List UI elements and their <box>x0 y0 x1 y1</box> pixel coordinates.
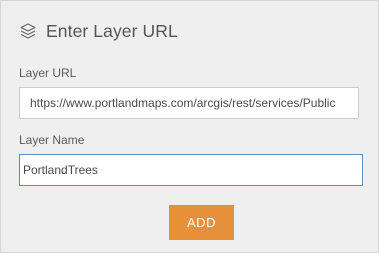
layer-name-input[interactable] <box>19 154 363 186</box>
layers-icon <box>19 22 37 40</box>
panel-header: Enter Layer URL <box>19 18 178 44</box>
layer-url-input[interactable] <box>19 87 359 119</box>
add-layer-url-panel: Enter Layer URL Layer URL Layer Name ADD <box>0 0 379 253</box>
panel-title: Enter Layer URL <box>46 20 178 41</box>
layer-name-label: Layer Name <box>19 133 85 147</box>
layer-url-label: Layer URL <box>19 66 77 80</box>
add-button[interactable]: ADD <box>169 205 234 240</box>
